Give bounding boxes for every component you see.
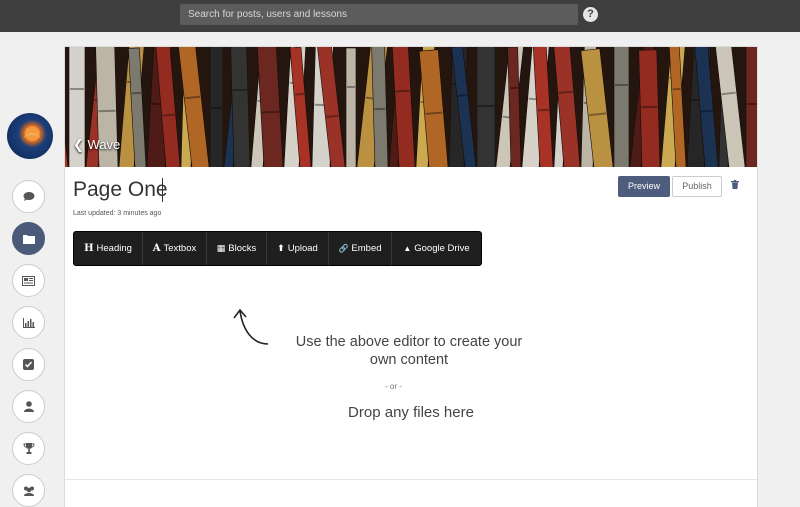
drop-zone-label[interactable]: Drop any files here bbox=[325, 404, 497, 421]
last-updated: Last updated: 3 minutes ago bbox=[73, 210, 162, 217]
curved-arrow-icon bbox=[233, 308, 269, 345]
page-panel: ❮ Wave Page One Last updated: 3 minutes … bbox=[64, 46, 758, 507]
sidebar-item-profile[interactable] bbox=[12, 390, 45, 423]
banner-image: ❮ Wave bbox=[65, 47, 757, 167]
editor-hint-line1: Use the above editor to create your bbox=[295, 334, 523, 350]
upload-button[interactable]: ⬆ Upload bbox=[267, 232, 329, 265]
chevron-left-icon: ❮ bbox=[73, 137, 84, 152]
upload-icon: ⬆ bbox=[277, 243, 285, 253]
google-drive-label: Google Drive bbox=[414, 243, 470, 254]
folder-icon bbox=[22, 234, 35, 244]
bar-chart-icon bbox=[22, 317, 35, 328]
editor-hint-line2: own content bbox=[369, 352, 449, 368]
comment-icon bbox=[23, 192, 34, 201]
blocks-button[interactable]: ▦ Blocks bbox=[207, 232, 267, 265]
blocks-label: Blocks bbox=[228, 243, 257, 254]
textbox-button[interactable]: A Textbox bbox=[143, 232, 207, 265]
heading-icon: H bbox=[84, 243, 94, 254]
upload-label: Upload bbox=[287, 243, 318, 254]
bookshelf-image bbox=[65, 47, 757, 167]
checkbox-icon bbox=[23, 359, 34, 370]
trophy-icon bbox=[22, 443, 35, 454]
preview-button[interactable]: Preview bbox=[618, 176, 670, 197]
embed-button[interactable]: 🔗 Embed bbox=[329, 232, 392, 265]
heading-button[interactable]: H Heading bbox=[74, 232, 143, 265]
heading-label: Heading bbox=[96, 243, 132, 254]
back-link[interactable]: ❮ Wave bbox=[73, 137, 120, 153]
trash-icon[interactable] bbox=[731, 180, 739, 192]
text-caret bbox=[162, 178, 163, 202]
top-bar: Search for posts, users and lessons ? bbox=[0, 0, 800, 32]
sidebar-item-groups[interactable] bbox=[12, 474, 45, 507]
search-input[interactable]: Search for posts, users and lessons bbox=[180, 4, 578, 25]
embed-label: Embed bbox=[351, 243, 382, 254]
sidebar-item-tasks[interactable] bbox=[12, 348, 45, 381]
back-link-label: Wave bbox=[87, 137, 121, 152]
textbox-icon: A bbox=[152, 243, 161, 254]
user-icon bbox=[23, 401, 34, 412]
publish-button[interactable]: Publish bbox=[672, 176, 722, 197]
group-icon bbox=[23, 486, 34, 496]
divider bbox=[65, 479, 757, 480]
help-icon[interactable]: ? bbox=[583, 7, 598, 22]
sidebar-item-stats[interactable] bbox=[12, 306, 45, 339]
editor-hint: Use the above editor to create your own … bbox=[268, 333, 550, 369]
link-icon: 🔗 bbox=[338, 244, 349, 253]
textbox-label: Textbox bbox=[163, 243, 197, 254]
sidebar-item-achievements[interactable] bbox=[12, 432, 45, 465]
editor-toolbar: H Heading A Textbox ▦ Blocks ⬆ Upload 🔗 … bbox=[73, 231, 482, 266]
sidebar-item-news[interactable] bbox=[12, 264, 45, 297]
page-title[interactable]: Page One bbox=[73, 178, 168, 202]
avatar[interactable] bbox=[7, 113, 53, 159]
newspaper-icon bbox=[22, 275, 35, 286]
sidebar-item-comments[interactable] bbox=[12, 180, 45, 213]
sidebar-item-folders[interactable] bbox=[12, 222, 45, 255]
google-drive-button[interactable]: ▲ Google Drive bbox=[392, 232, 481, 265]
blocks-icon: ▦ bbox=[216, 243, 226, 253]
google-drive-icon: ▲ bbox=[403, 244, 412, 253]
or-separator: - or - bbox=[385, 382, 402, 391]
